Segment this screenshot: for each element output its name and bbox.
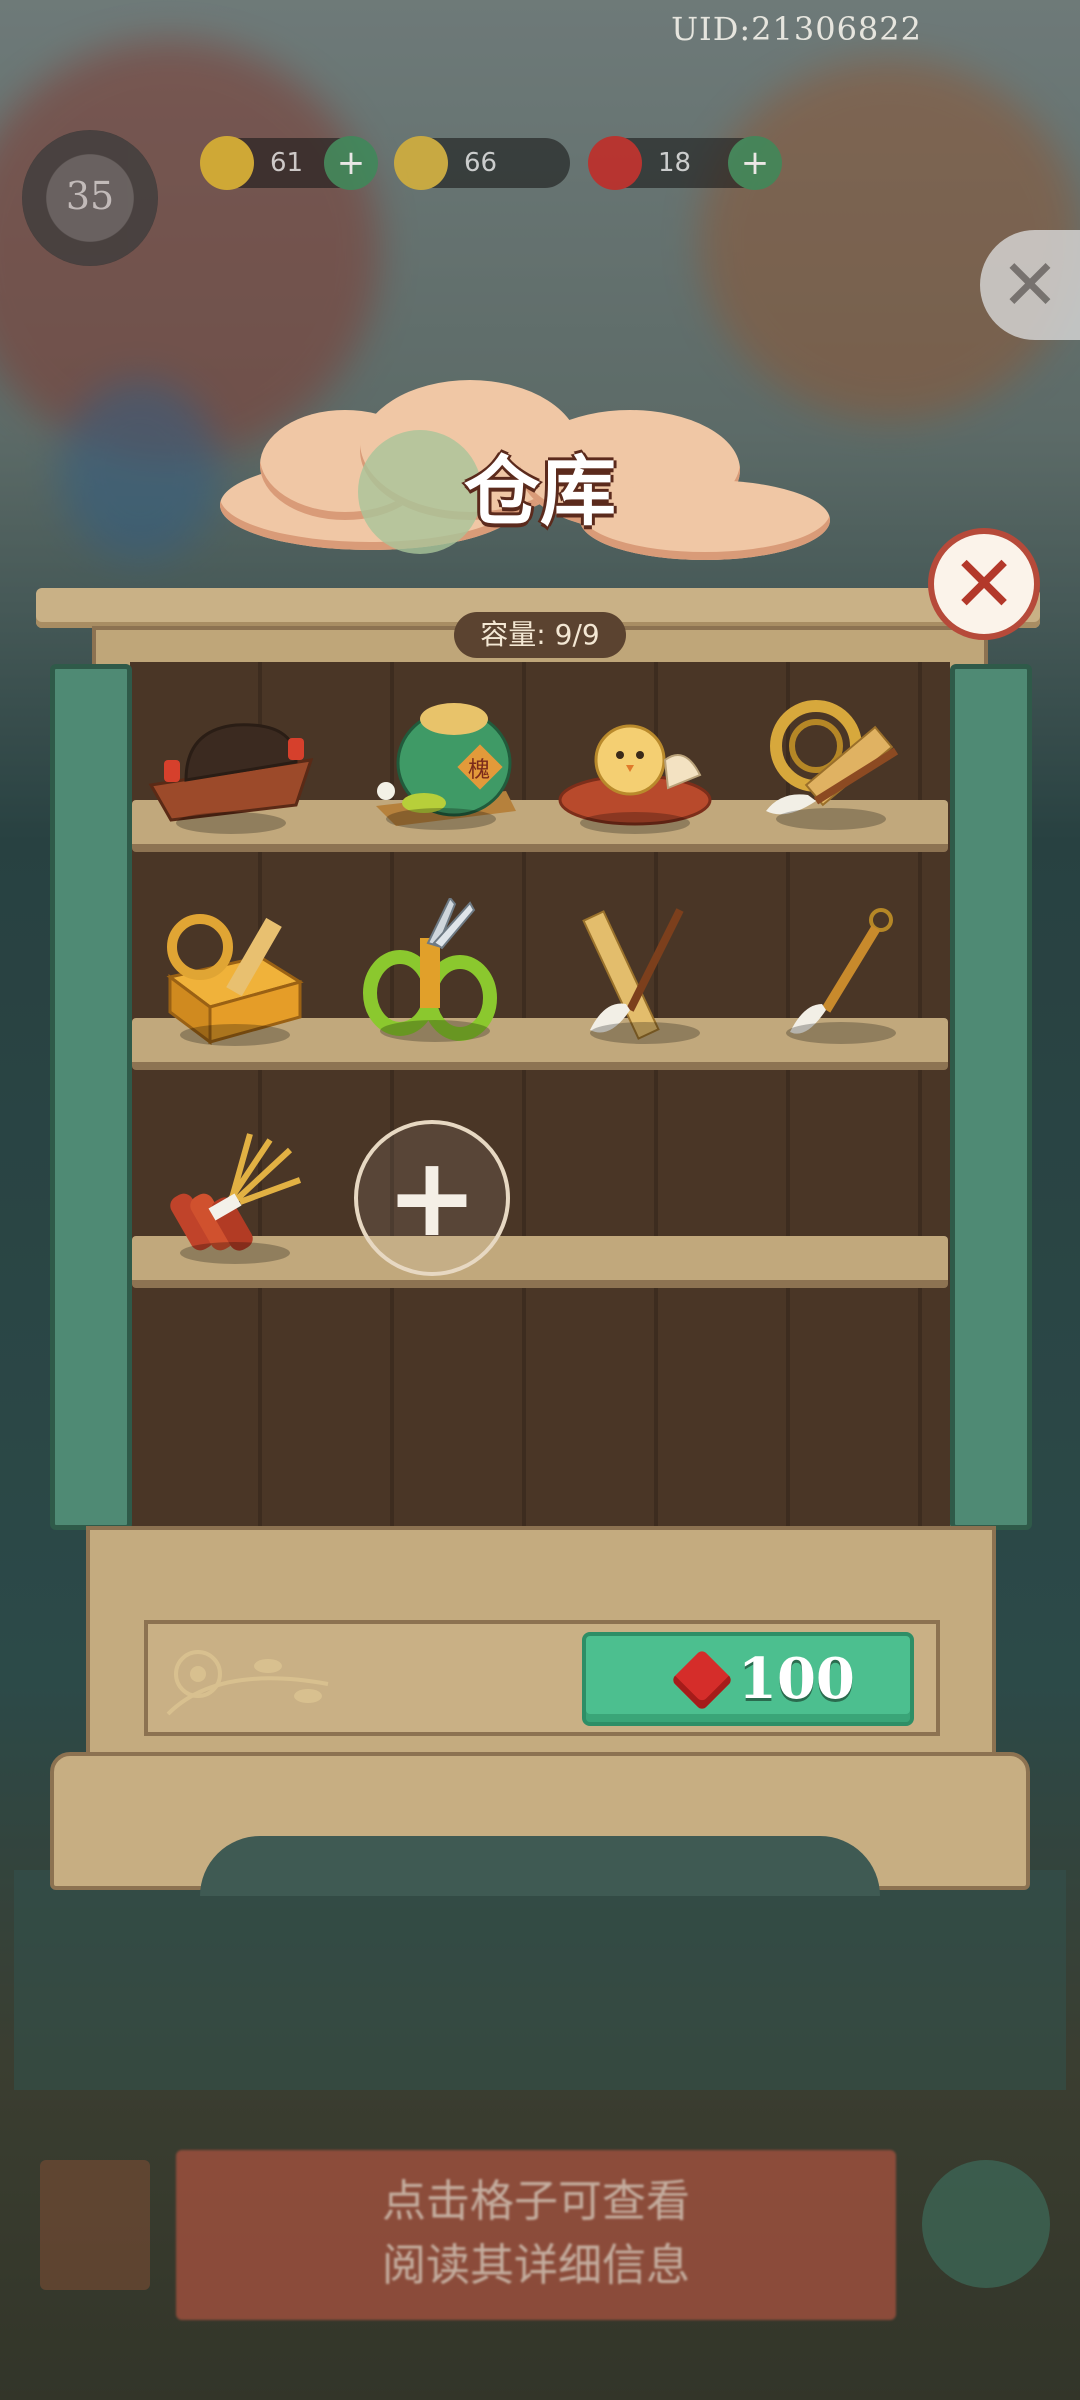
storage-item-toolbox[interactable]: [150, 902, 320, 1052]
expand-price: 100: [738, 1646, 855, 1712]
bg-cabinet-icon: [40, 2160, 150, 2290]
ruby-gem-icon: [670, 1648, 734, 1712]
plus-icon: +: [385, 1133, 479, 1261]
chick-nest-icon: [558, 724, 712, 826]
bg-character-icon: [922, 2160, 1050, 2288]
coin-value: 66: [464, 148, 498, 178]
cabinet-door-left: [50, 664, 132, 1530]
add-slot-button[interactable]: +: [354, 1120, 510, 1276]
gem-plus-button[interactable]: +: [728, 136, 782, 190]
close-icon: ✕: [951, 540, 1017, 630]
player-level-avatar[interactable]: 35: [22, 130, 158, 266]
energy-counter: 61 +: [200, 136, 378, 190]
storage-item-brush[interactable]: [756, 900, 926, 1050]
bottom-hint-line-1: 点击格子可查看: [382, 2176, 690, 2227]
wine-jar-label: 槐: [468, 758, 490, 783]
cabinet-door-right: [950, 664, 1032, 1530]
expand-storage-button[interactable]: 100: [582, 1632, 914, 1726]
gem-icon: [588, 136, 642, 190]
side-close-icon[interactable]: ✕: [980, 230, 1080, 340]
gem-counter: 18 +: [588, 136, 782, 190]
energy-icon: [200, 136, 254, 190]
energy-value: 61: [270, 148, 304, 178]
player-level: 35: [65, 174, 115, 218]
coin-counter: 66: [394, 136, 570, 190]
storage-item-chick-nest[interactable]: [550, 690, 720, 840]
page-title: 仓库: [464, 447, 616, 536]
storage-item-rope-ruler-brush[interactable]: [746, 686, 916, 836]
flower-carving-icon: [166, 1650, 329, 1716]
close-button[interactable]: ✕: [928, 528, 1040, 640]
storage-item-firewood[interactable]: [150, 1120, 320, 1270]
uid-label: UID:21306822: [671, 10, 922, 48]
storage-item-boat[interactable]: [146, 690, 316, 840]
bottom-hint-line-2: 阅读其详细信息: [382, 2240, 690, 2291]
bottom-hint-panel: 点击格子可查看 阅读其详细信息: [176, 2150, 896, 2320]
lantern-boat-icon: [148, 723, 314, 822]
gem-value: 18: [658, 148, 692, 178]
cabinet-foot-gap: [200, 1836, 880, 1896]
storage-item-ruler-brush[interactable]: [560, 900, 730, 1050]
energy-plus-button[interactable]: +: [324, 136, 378, 190]
storage-item-shears[interactable]: [350, 898, 520, 1048]
storage-item-wine-jar[interactable]: 槐: [356, 686, 526, 836]
capacity-badge: 容量: 9/9: [454, 612, 626, 658]
coin-icon: [394, 136, 448, 190]
